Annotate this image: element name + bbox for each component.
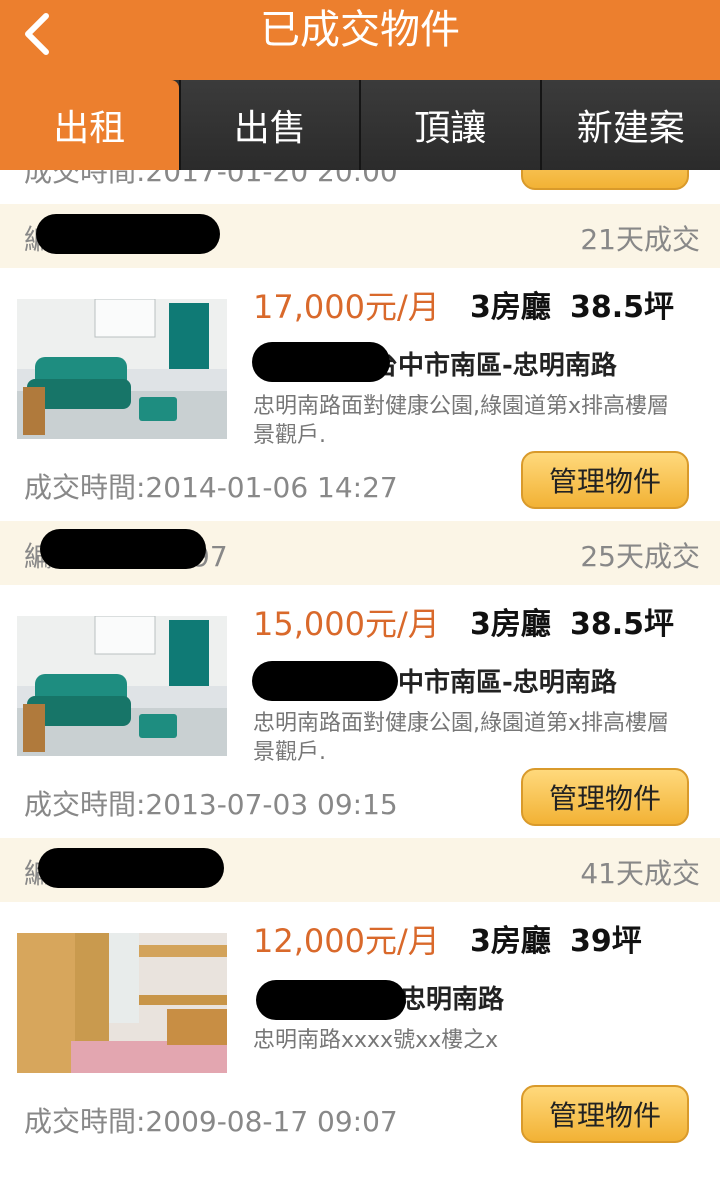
- deal-time: 成交時間:2009-08-17 09:07: [24, 1105, 398, 1138]
- manage-button[interactable]: 管理物件: [521, 768, 689, 826]
- listing-header: 編 97 25天成交: [0, 521, 720, 585]
- floor-area: 39坪: [570, 924, 642, 959]
- room-layout: 3房廳: [470, 607, 551, 642]
- address: 台中市南區-忠明南路: [372, 351, 617, 381]
- price: 12,000元/月: [253, 922, 440, 960]
- manage-button[interactable]: [521, 170, 689, 190]
- manage-button[interactable]: 管理物件: [521, 451, 689, 509]
- manage-button[interactable]: 管理物件: [521, 1085, 689, 1143]
- redaction-mask: [38, 848, 224, 888]
- description: 忠明南路xxxx號xx樓之x: [253, 1028, 499, 1053]
- description: 忠明南路面對健康公園,綠園道第x排高樓層景觀戶.: [253, 394, 670, 448]
- tab-rent[interactable]: 出租: [0, 80, 179, 170]
- address: 忠明南路: [400, 985, 505, 1015]
- tab-sale[interactable]: 出售: [178, 80, 359, 170]
- redaction-mask: [40, 529, 206, 569]
- days-to-close: 41天成交: [580, 857, 700, 890]
- tab-new-project[interactable]: 新建案: [539, 80, 720, 170]
- tab-transfer[interactable]: 頂讓: [359, 80, 540, 170]
- listing-card[interactable]: 15,000元/月 3房廳 38.5坪 中市南區-忠明南路 忠明南路面對健康公園…: [0, 585, 720, 838]
- previous-item-peek: 成交時間:2017-01-20 20:00: [0, 170, 720, 204]
- listing-header: 編 41天成交: [0, 838, 720, 902]
- property-photo[interactable]: [17, 933, 227, 1073]
- redaction-mask: [252, 342, 390, 382]
- room-layout: 3房廳: [470, 290, 551, 325]
- listing-card[interactable]: 12,000元/月 3房廳 39坪 忠明南路 忠明南路xxxx號xx樓之x 成交…: [0, 902, 720, 1155]
- page-title: 已成交物件: [260, 7, 460, 53]
- tab-bar: 出租 出售 頂讓 新建案: [0, 80, 720, 170]
- days-to-close: 25天成交: [580, 540, 700, 573]
- listing-header: 編9 21天成交: [0, 204, 720, 268]
- property-photo[interactable]: [17, 299, 227, 439]
- deal-time: 成交時間:2013-07-03 09:15: [24, 788, 398, 821]
- price: 17,000元/月: [253, 288, 440, 326]
- address: 中市南區-忠明南路: [398, 668, 617, 698]
- price: 15,000元/月: [253, 605, 440, 643]
- listing-card[interactable]: 17,000元/月 3房廳 38.5坪 台中市南區-忠明南路 忠明南路面對健康公…: [0, 268, 720, 521]
- redaction-mask: [256, 980, 406, 1020]
- floor-area: 38.5坪: [570, 290, 675, 325]
- description: 忠明南路面對健康公園,綠園道第x排高樓層景觀戶.: [253, 711, 670, 765]
- room-layout: 3房廳: [470, 924, 551, 959]
- floor-area: 38.5坪: [570, 607, 675, 642]
- deal-time: 成交時間:2017-01-20 20:00: [24, 170, 398, 188]
- app-header: 已成交物件: [0, 0, 720, 80]
- property-photo[interactable]: [17, 616, 227, 756]
- days-to-close: 21天成交: [580, 223, 700, 256]
- redaction-mask: [36, 214, 220, 254]
- deal-time: 成交時間:2014-01-06 14:27: [24, 471, 398, 504]
- redaction-mask: [252, 661, 398, 701]
